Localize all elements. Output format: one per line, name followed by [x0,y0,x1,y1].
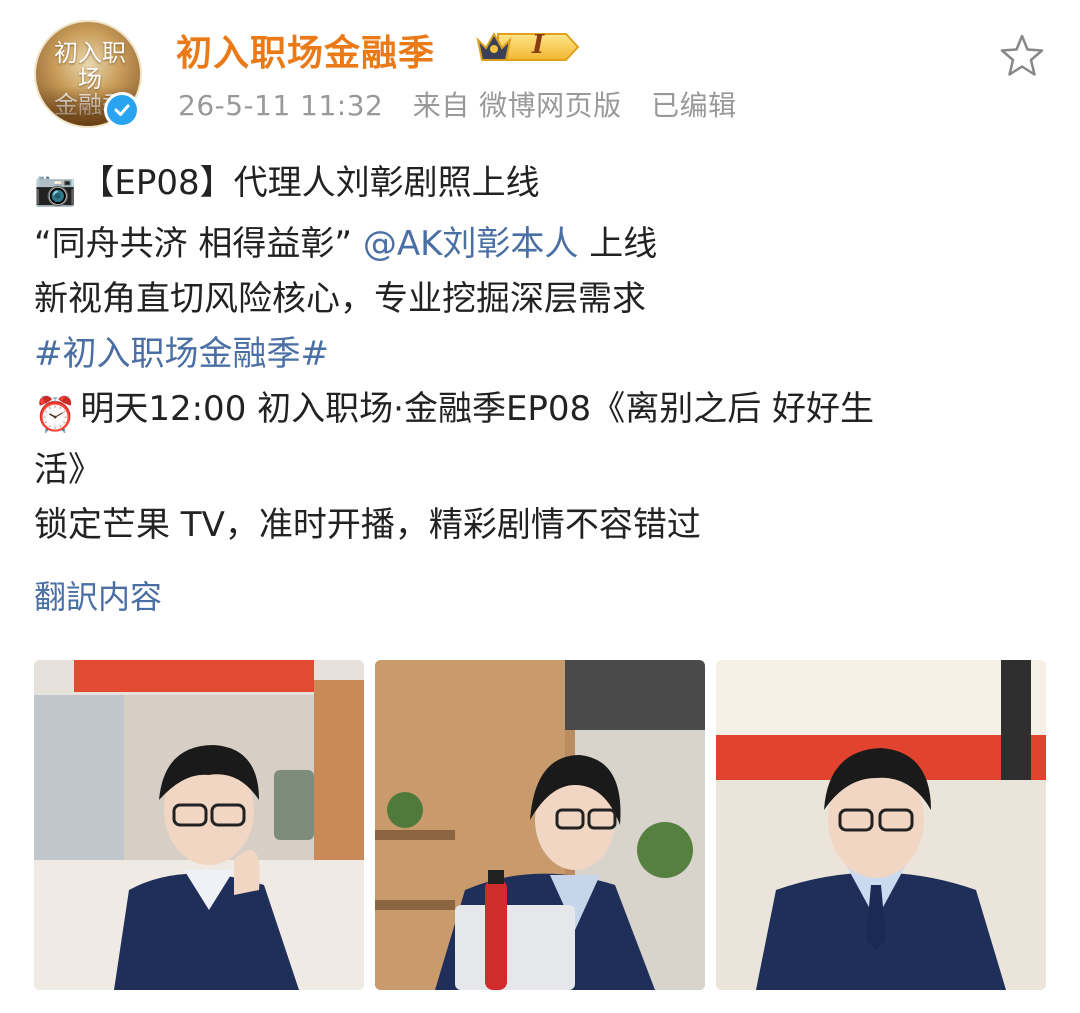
content-text: 明天12:00 初入职场·金融季EP08《离别之后 好好生 [80,389,874,429]
edited-label[interactable]: 已编辑 [651,89,737,122]
camera-icon: 📷 [34,169,77,209]
verified-icon [104,92,140,128]
post-source[interactable]: 来自 微博网页版 [413,89,622,122]
content-line-4: #初入职场金融季# [34,327,1044,382]
content-line-3: 新视角直切风险核心，专业挖掘深层需求 [34,279,646,319]
content-line-7: 锁定芒果 TV，准时开播，精彩剧情不容错过 [34,505,701,545]
alarm-clock-icon: ⏰ [34,395,77,435]
content-line-5: ⏰ 明天12:00 初入职场·金融季EP08《离别之后 好好生 [34,382,1044,443]
hashtag-link[interactable]: #初入职场金融季# [34,334,329,374]
content-text: 上线 [578,224,658,264]
author-name[interactable]: 初入职场金融季 [176,24,435,76]
favorite-star-icon[interactable] [998,32,1046,80]
vip-badge[interactable]: I [474,26,582,68]
quote-text: “同舟共济 相得益彰” [34,224,353,264]
photo-3[interactable] [716,660,1046,990]
translate-link[interactable]: 翻訳内容 [34,572,162,618]
vip-level: I [532,30,545,60]
post-meta: 26-5-11 11:32 来自 微博网页版 已编辑 [178,84,757,124]
content-line-1: 📷 【EP08】代理人刘彰剧照上线 [34,156,1044,217]
post-timestamp: 26-5-11 11:32 [178,89,384,122]
mention-link[interactable]: @AK刘彰本人 [363,224,579,264]
content-line-6: 活》 [34,450,102,490]
photo-1[interactable] [34,660,364,990]
post-content: 📷 【EP08】代理人刘彰剧照上线 “同舟共济 相得益彰” @AK刘彰本人 上线 … [34,156,1044,553]
content-line-2: “同舟共济 相得益彰” @AK刘彰本人 上线 [34,217,1044,272]
photo-2[interactable] [375,660,705,990]
content-text: 【EP08】代理人刘彰剧照上线 [80,163,540,203]
photo-grid [34,660,1046,990]
